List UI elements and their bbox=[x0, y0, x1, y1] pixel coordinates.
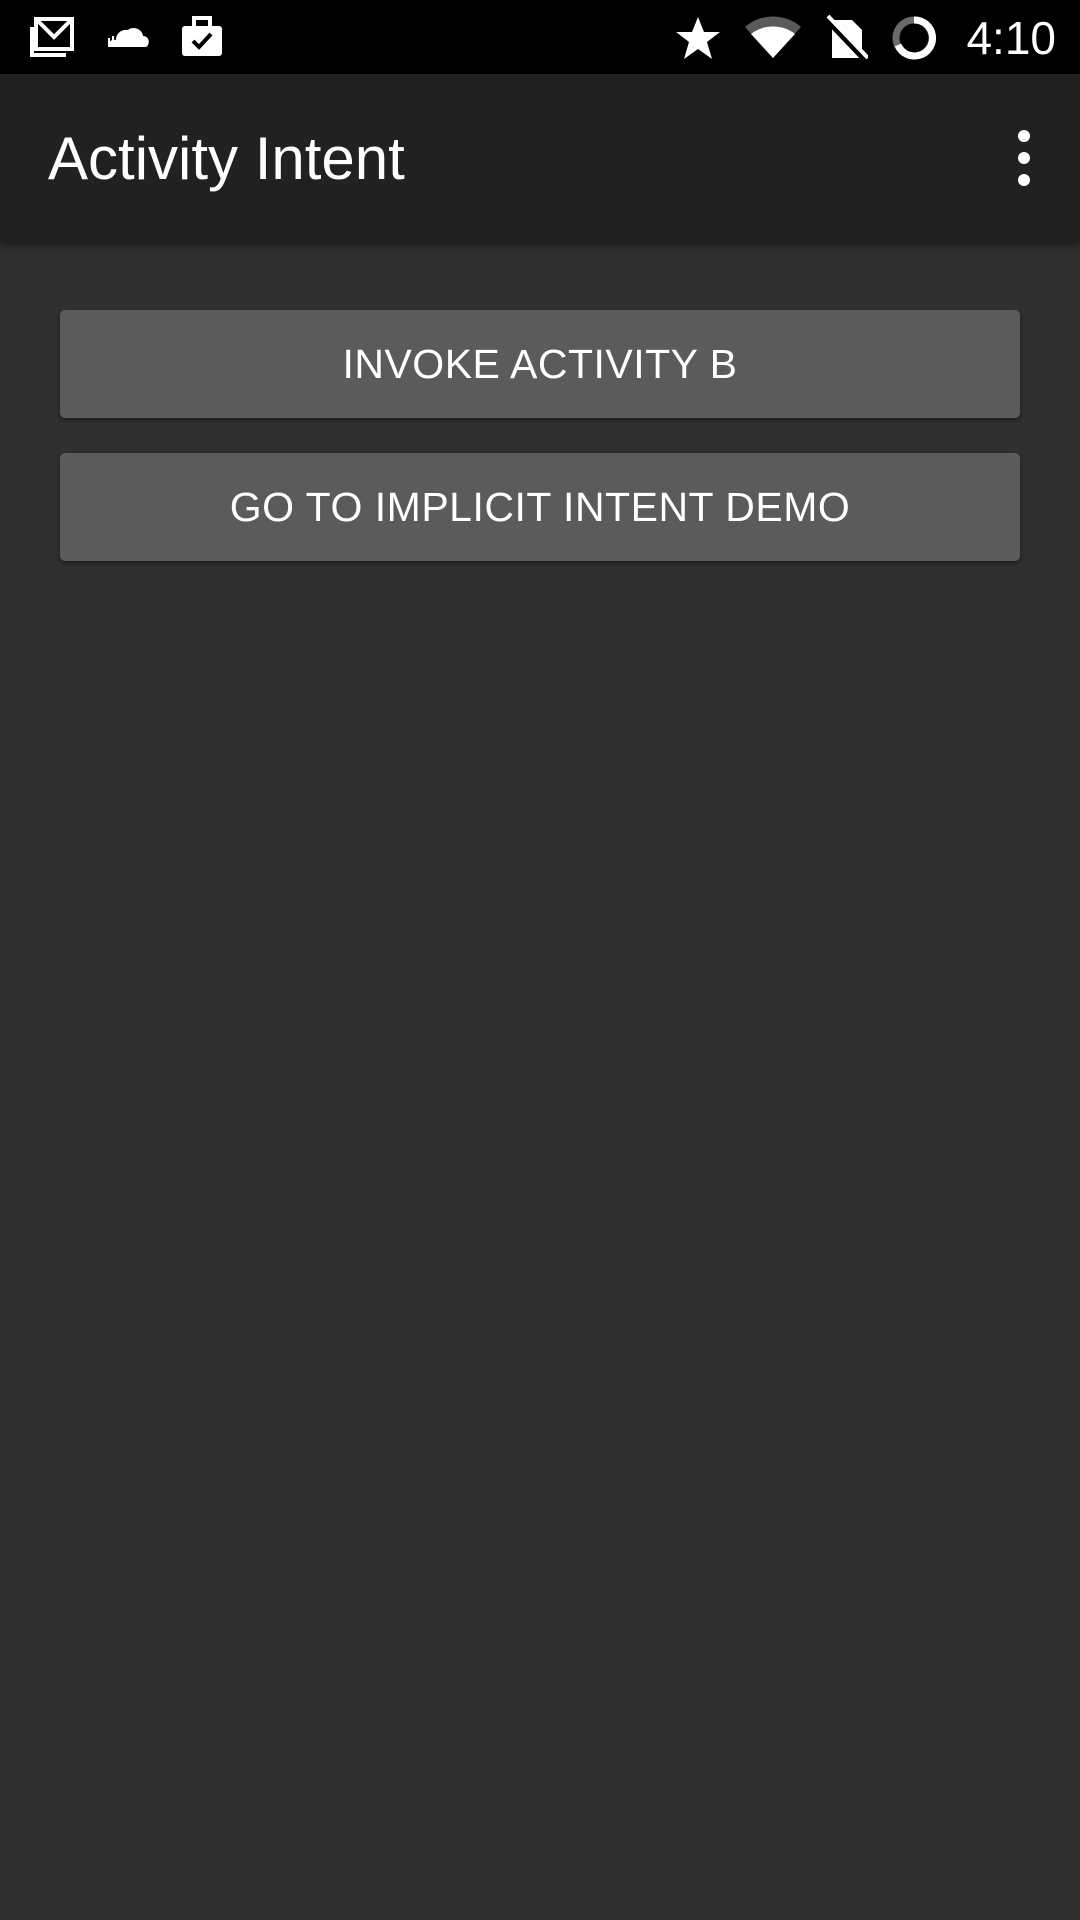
no-sim-icon bbox=[824, 14, 869, 62]
briefcase-check-icon bbox=[180, 16, 224, 58]
app-bar: Activity Intent bbox=[0, 74, 1080, 242]
notification-icons bbox=[30, 14, 224, 60]
system-icons: 4:10 bbox=[674, 10, 1056, 66]
more-vert-icon-dot bbox=[1018, 152, 1030, 164]
status-bar: 4:10 bbox=[0, 0, 1080, 74]
wifi-icon bbox=[744, 16, 802, 60]
screen: 4:10 Activity Intent INVOKE ACTIVITY B G… bbox=[0, 0, 1080, 1920]
cloud-icon bbox=[104, 23, 150, 51]
more-vert-icon bbox=[1018, 130, 1030, 142]
page-title: Activity Intent bbox=[48, 125, 405, 192]
implicit-intent-demo-button[interactable]: GO TO IMPLICIT INTENT DEMO bbox=[60, 453, 1020, 561]
more-vert-icon-dot bbox=[1018, 174, 1030, 186]
sync-circle-icon bbox=[890, 14, 938, 62]
more-options-button[interactable] bbox=[992, 118, 1056, 198]
star-icon bbox=[674, 15, 722, 61]
invoke-activity-b-button[interactable]: INVOKE ACTIVITY B bbox=[60, 310, 1020, 418]
status-time: 4:10 bbox=[966, 12, 1056, 64]
gmail-icon bbox=[30, 17, 74, 57]
